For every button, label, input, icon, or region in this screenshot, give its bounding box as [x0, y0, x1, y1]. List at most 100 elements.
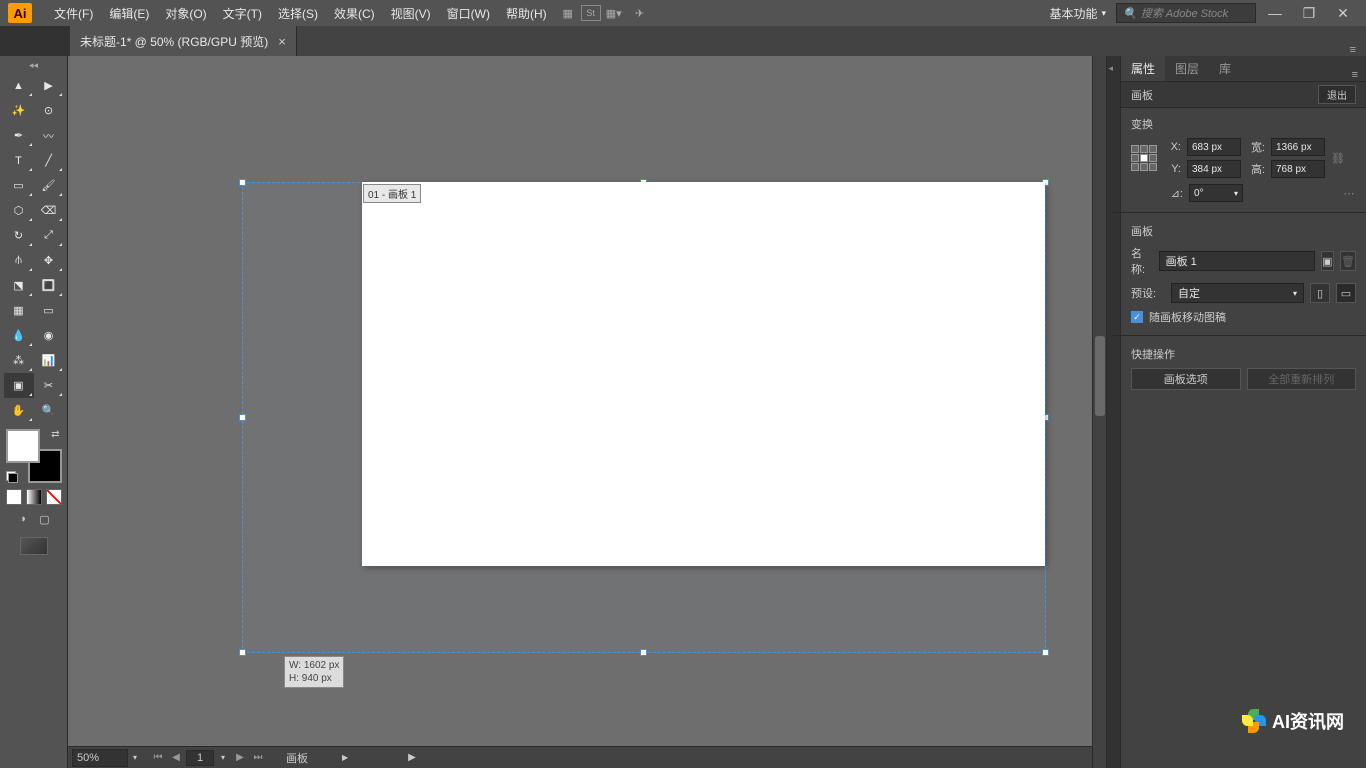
- y-input[interactable]: 384 px: [1187, 160, 1241, 178]
- lasso-tool[interactable]: ⊙: [34, 98, 64, 123]
- panel-flyout-menu-icon[interactable]: ≡: [1344, 69, 1366, 81]
- handle-bl[interactable]: [239, 649, 246, 656]
- expand-panel-icon[interactable]: ◂: [1109, 63, 1119, 73]
- menu-select[interactable]: 选择(S): [270, 5, 326, 22]
- gpu-icon[interactable]: ✈: [627, 3, 653, 23]
- stock-search-input[interactable]: 🔍搜索 Adobe Stock: [1116, 3, 1256, 23]
- shaper-tool[interactable]: ⬡: [4, 198, 34, 223]
- height-input[interactable]: 768 px: [1271, 160, 1325, 178]
- symbol-sprayer-tool[interactable]: ⁂: [4, 348, 34, 373]
- artboard-number-input[interactable]: 1: [186, 750, 214, 766]
- panel-menu-icon[interactable]: ≡: [1340, 44, 1366, 56]
- direct-selection-tool[interactable]: ▶: [34, 73, 64, 98]
- menu-object[interactable]: 对象(O): [157, 5, 214, 22]
- scrollbar-thumb[interactable]: [1095, 336, 1105, 416]
- artboard[interactable]: [362, 182, 1045, 566]
- status-play-icon[interactable]: ▶: [408, 752, 416, 763]
- swap-fill-stroke-icon[interactable]: ⇄: [51, 429, 59, 440]
- angle-input[interactable]: 0°▾: [1189, 184, 1243, 202]
- perspective-tool[interactable]: 🔳: [34, 273, 64, 298]
- bridge-icon[interactable]: ▦: [555, 3, 581, 23]
- document-tab[interactable]: 未标题-1* @ 50% (RGB/GPU 预览) ×: [70, 26, 297, 56]
- blend-tool[interactable]: ◉: [34, 323, 64, 348]
- artboard-dropdown-icon[interactable]: ▾: [216, 753, 230, 762]
- stock-icon[interactable]: St: [581, 5, 601, 21]
- rectangle-tool[interactable]: ▭: [4, 173, 34, 198]
- zoom-input[interactable]: 50%: [72, 749, 128, 767]
- vertical-scrollbar[interactable]: [1092, 56, 1106, 768]
- zoom-tool[interactable]: 🔍: [34, 398, 64, 423]
- minimize-button[interactable]: —: [1260, 3, 1290, 23]
- first-artboard-button[interactable]: ⏮: [150, 750, 166, 766]
- selection-tool[interactable]: ▲: [4, 73, 34, 98]
- mesh-tool[interactable]: ▦: [4, 298, 34, 323]
- toolbar-collapse-icon[interactable]: ◂◂: [26, 60, 42, 71]
- prev-artboard-button[interactable]: ◀: [168, 750, 184, 766]
- status-section-button[interactable]: 画板▶: [286, 750, 348, 766]
- handle-bc[interactable]: [640, 649, 647, 656]
- curvature-tool[interactable]: 〰: [34, 123, 64, 148]
- slice-tool[interactable]: ✂: [34, 373, 64, 398]
- maximize-button[interactable]: ❐: [1294, 3, 1324, 23]
- eyedropper-tool[interactable]: 💧: [4, 323, 34, 348]
- graph-tool[interactable]: 📊: [34, 348, 64, 373]
- portrait-icon[interactable]: ▯: [1310, 283, 1330, 303]
- zoom-dropdown-icon[interactable]: ▾: [128, 753, 142, 762]
- menu-type[interactable]: 文字(T): [215, 5, 270, 22]
- hand-tool[interactable]: ✋: [4, 398, 34, 423]
- menu-window[interactable]: 窗口(W): [439, 5, 498, 22]
- width-tool[interactable]: ⫛: [4, 248, 34, 273]
- paintbrush-tool[interactable]: 🖌: [34, 173, 64, 198]
- gradient-tool[interactable]: ▭: [34, 298, 64, 323]
- tab-properties[interactable]: 属性: [1121, 56, 1165, 81]
- artboard-options-button[interactable]: 画板选项: [1131, 368, 1241, 390]
- shape-builder-tool[interactable]: ⬔: [4, 273, 34, 298]
- handle-br[interactable]: [1042, 649, 1049, 656]
- more-options-icon[interactable]: ⋯: [1342, 187, 1356, 200]
- menu-view[interactable]: 视图(V): [383, 5, 439, 22]
- canvas[interactable]: 01 - 画板 1 W: 1602 pxH: 940 px 50% ▾ ⏮ ◀ …: [68, 56, 1106, 768]
- perspective-widget[interactable]: [20, 537, 48, 555]
- move-artwork-checkbox[interactable]: ✓随画板移动图稿: [1131, 309, 1356, 325]
- new-artboard-icon[interactable]: ▣: [1321, 251, 1334, 271]
- eraser-tool[interactable]: ⌫: [34, 198, 64, 223]
- width-input[interactable]: 1366 px: [1271, 138, 1325, 156]
- default-fill-stroke-icon[interactable]: [6, 471, 18, 483]
- artboard-name-input[interactable]: [1159, 251, 1315, 271]
- color-mode-button[interactable]: [6, 489, 22, 505]
- tab-close-icon[interactable]: ×: [278, 34, 286, 49]
- free-transform-tool[interactable]: ✥: [34, 248, 64, 273]
- exit-button[interactable]: 退出: [1318, 85, 1356, 104]
- next-artboard-button[interactable]: ▶: [232, 750, 248, 766]
- menu-effect[interactable]: 效果(C): [326, 5, 383, 22]
- fill-swatch[interactable]: [6, 429, 40, 463]
- menu-edit[interactable]: 编辑(E): [101, 5, 157, 22]
- fill-stroke-swatches[interactable]: ⇄: [6, 429, 62, 483]
- magic-wand-tool[interactable]: ✨: [4, 98, 34, 123]
- draw-mode-icon[interactable]: ◑: [15, 511, 31, 527]
- close-button[interactable]: ✕: [1328, 3, 1358, 23]
- tab-libraries[interactable]: 库: [1209, 56, 1241, 81]
- menu-file[interactable]: 文件(F): [46, 5, 101, 22]
- reference-point-grid[interactable]: [1131, 145, 1157, 171]
- rearrange-all-button[interactable]: 全部重新排列: [1247, 368, 1357, 390]
- last-artboard-button[interactable]: ⏭: [250, 750, 266, 766]
- handle-tl[interactable]: [239, 179, 246, 186]
- delete-artboard-icon[interactable]: 🗑: [1340, 251, 1356, 271]
- preset-dropdown[interactable]: 自定▾: [1171, 283, 1304, 303]
- artboard-tool[interactable]: ▣: [4, 373, 34, 398]
- handle-ml[interactable]: [239, 414, 246, 421]
- workspace-switcher[interactable]: 基本功能▾: [1049, 5, 1106, 22]
- menu-help[interactable]: 帮助(H): [498, 5, 555, 22]
- line-tool[interactable]: ╱: [34, 148, 64, 173]
- screen-mode-icon[interactable]: ▢: [37, 511, 53, 527]
- scale-tool[interactable]: ⤢: [34, 223, 64, 248]
- tab-layers[interactable]: 图层: [1165, 56, 1209, 81]
- link-wh-icon[interactable]: ⛓: [1331, 152, 1345, 165]
- rotate-tool[interactable]: ↻: [4, 223, 34, 248]
- landscape-icon[interactable]: ▭: [1336, 283, 1356, 303]
- none-mode-button[interactable]: [46, 489, 62, 505]
- gradient-mode-button[interactable]: [26, 489, 42, 505]
- collapsed-panel-strip[interactable]: ◂: [1106, 56, 1120, 768]
- arrange-icon[interactable]: ▦▾: [601, 3, 627, 23]
